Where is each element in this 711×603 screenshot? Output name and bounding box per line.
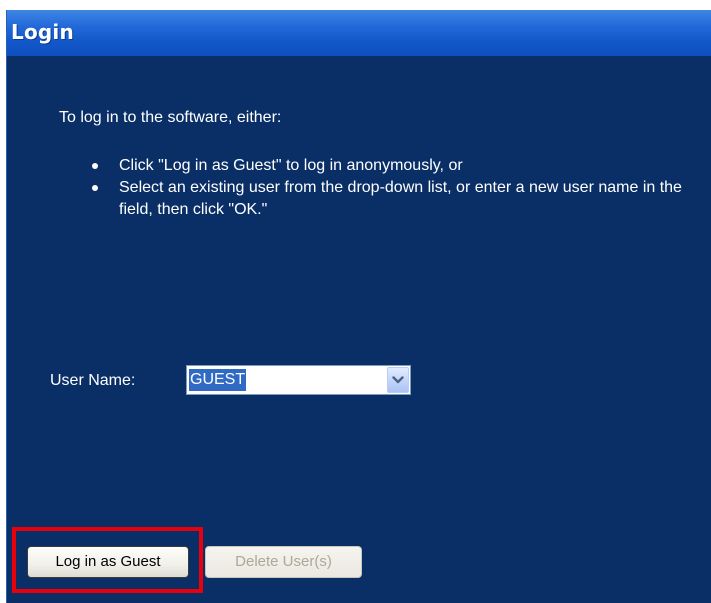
- user-name-combobox[interactable]: GUEST: [186, 365, 411, 395]
- login-window: Login To log in to the software, either:…: [6, 10, 711, 603]
- dropdown-button[interactable]: [387, 367, 409, 393]
- user-name-label: User Name:: [50, 372, 136, 389]
- window-title: Login: [11, 20, 74, 44]
- title-bar: Login: [7, 10, 711, 56]
- instruction-item: Click "Log in as Guest" to log in anonym…: [91, 155, 711, 177]
- instructions-list: Click "Log in as Guest" to log in anonym…: [91, 155, 711, 221]
- log-in-as-guest-button[interactable]: Log in as Guest: [27, 546, 189, 578]
- user-name-value[interactable]: GUEST: [189, 369, 247, 391]
- chevron-down-icon: [392, 375, 404, 383]
- instruction-item: Select an existing user from the drop-do…: [91, 177, 711, 221]
- delete-users-button[interactable]: Delete User(s): [205, 546, 362, 578]
- instructions-intro: To log in to the software, either:: [59, 109, 282, 126]
